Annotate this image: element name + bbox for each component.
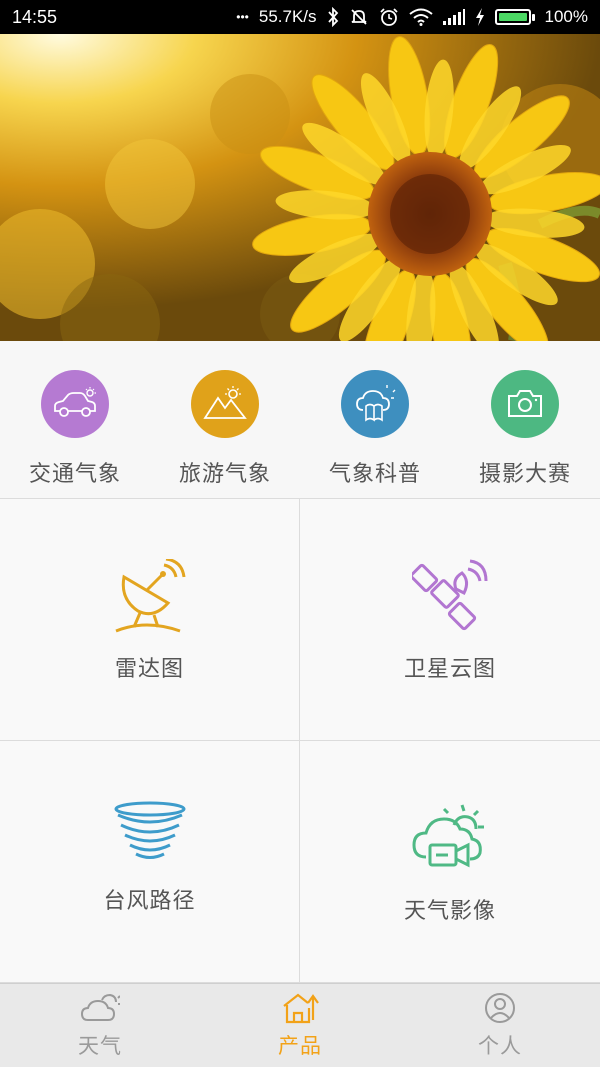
network-speed: 55.7K/s (258, 7, 317, 26)
tile-satellite[interactable]: 卫星云图 (300, 499, 600, 741)
bottom-nav: 天气 产品 个人 (0, 983, 600, 1067)
nav-products[interactable]: 产品 (200, 984, 400, 1067)
status-right: ••• 55.7K/s 100% (236, 7, 588, 27)
satellite-icon (409, 559, 488, 637)
category-traffic-weather[interactable]: 交通气象 (0, 341, 150, 498)
cloud-camera-icon (412, 801, 488, 879)
home-arrow-icon (280, 992, 320, 1028)
tile-radar[interactable]: 雷达图 (0, 499, 300, 741)
charging-icon (475, 8, 485, 26)
car-sun-icon (41, 370, 109, 438)
tile-label: 卫星云图 (403, 657, 496, 682)
typhoon-icon (113, 801, 187, 869)
radar-dish-icon (114, 557, 186, 637)
tile-typhoon[interactable]: 台风路径 (0, 741, 300, 983)
nav-weather[interactable]: 天气 (0, 984, 200, 1067)
cloud-book-icon (341, 370, 409, 438)
category-travel-weather[interactable]: 旅游气象 (150, 341, 300, 498)
nav-profile[interactable]: 个人 (400, 984, 600, 1067)
category-label: 交通气象 (28, 462, 121, 487)
sunflower-image (0, 34, 600, 341)
user-icon (483, 992, 517, 1028)
alarm-icon (379, 7, 399, 27)
category-label: 旅游气象 (178, 462, 271, 487)
nav-label: 产品 (278, 1033, 322, 1058)
wifi-icon (408, 8, 433, 26)
banner-image[interactable] (0, 34, 600, 341)
battery-percent: 100% (544, 7, 588, 26)
product-grid: 雷达图 卫星云图 台风路径 天气影像 (0, 499, 600, 983)
nav-label: 个人 (478, 1033, 522, 1058)
tile-label: 天气影像 (403, 899, 496, 924)
category-weather-science[interactable]: 气象科普 (300, 341, 450, 498)
category-row: 交通气象 旅游气象 气象科普 摄影大赛 (0, 341, 600, 499)
mute-bell-icon (349, 7, 369, 27)
bluetooth-icon (327, 7, 339, 27)
status-dots: ••• (236, 10, 249, 24)
status-time: 14:55 (12, 6, 58, 27)
camera-icon (491, 370, 559, 438)
tile-label: 雷达图 (114, 657, 184, 682)
category-label: 摄影大赛 (478, 462, 571, 487)
mountain-sun-icon (191, 370, 259, 438)
category-photo-contest[interactable]: 摄影大赛 (450, 341, 600, 498)
tile-label: 台风路径 (103, 889, 196, 914)
signal-icon (442, 9, 465, 25)
status-bar: 14:55 ••• 55.7K/s 100% (0, 0, 600, 34)
tile-weather-video[interactable]: 天气影像 (300, 741, 600, 983)
category-label: 气象科普 (328, 462, 421, 487)
battery-icon (494, 9, 535, 25)
nav-label: 天气 (78, 1033, 122, 1058)
cloud-sun-icon (80, 989, 121, 1028)
